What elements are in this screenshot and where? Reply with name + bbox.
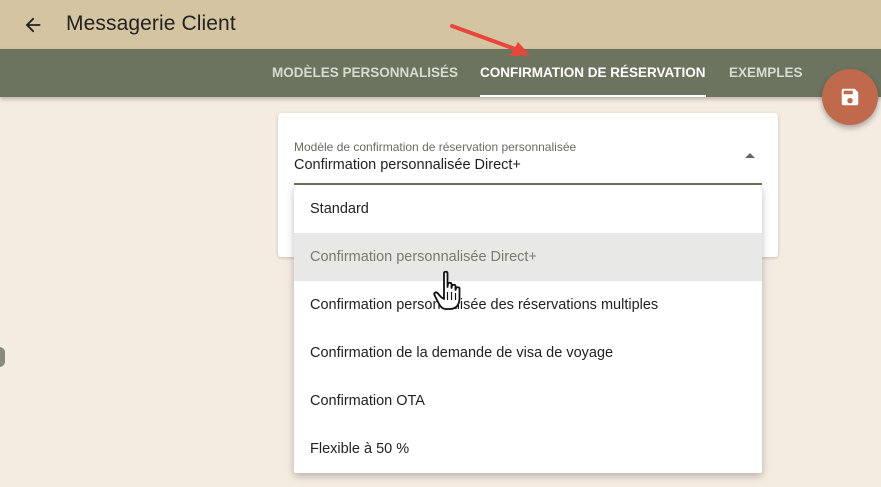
- save-icon: [841, 88, 859, 106]
- drawer-handle[interactable]: [0, 347, 5, 367]
- option-standard[interactable]: Standard: [294, 185, 762, 233]
- back-button[interactable]: [18, 10, 48, 40]
- option-direct-plus[interactable]: Confirmation personnalisée Direct+: [294, 233, 762, 281]
- tab-booking-confirmation[interactable]: CONFIRMATION DE RÉSERVATION: [480, 49, 706, 97]
- template-select[interactable]: Modèle de confirmation de réservation pe…: [278, 113, 778, 187]
- option-multiple-bookings[interactable]: Confirmation personnalisée des réservati…: [294, 281, 762, 329]
- tab-examples[interactable]: EXEMPLES: [729, 49, 803, 97]
- option-ota[interactable]: Confirmation OTA: [294, 377, 762, 425]
- active-tab-indicator: [480, 95, 706, 97]
- app-header: Messagerie Client: [0, 0, 881, 49]
- tab-custom-templates[interactable]: MODÈLES PERSONNALISÉS: [272, 49, 458, 97]
- option-visa-request[interactable]: Confirmation de la demande de visa de vo…: [294, 329, 762, 377]
- select-value: Confirmation personnalisée Direct+: [294, 157, 521, 173]
- tab-bar: MODÈLES PERSONNALISÉS CONFIRMATION DE RÉ…: [0, 49, 881, 97]
- option-flexible-50[interactable]: Flexible à 50 %: [294, 425, 762, 473]
- save-button[interactable]: [822, 69, 878, 125]
- dropdown-menu: Standard Confirmation personnalisée Dire…: [294, 185, 762, 473]
- select-label: Modèle de confirmation de réservation pe…: [294, 140, 577, 154]
- arrow-left-icon: [25, 17, 41, 33]
- tab-label: CONFIRMATION DE RÉSERVATION: [480, 65, 706, 80]
- page-title: Messagerie Client: [66, 12, 236, 35]
- caret-up-icon: [745, 153, 755, 158]
